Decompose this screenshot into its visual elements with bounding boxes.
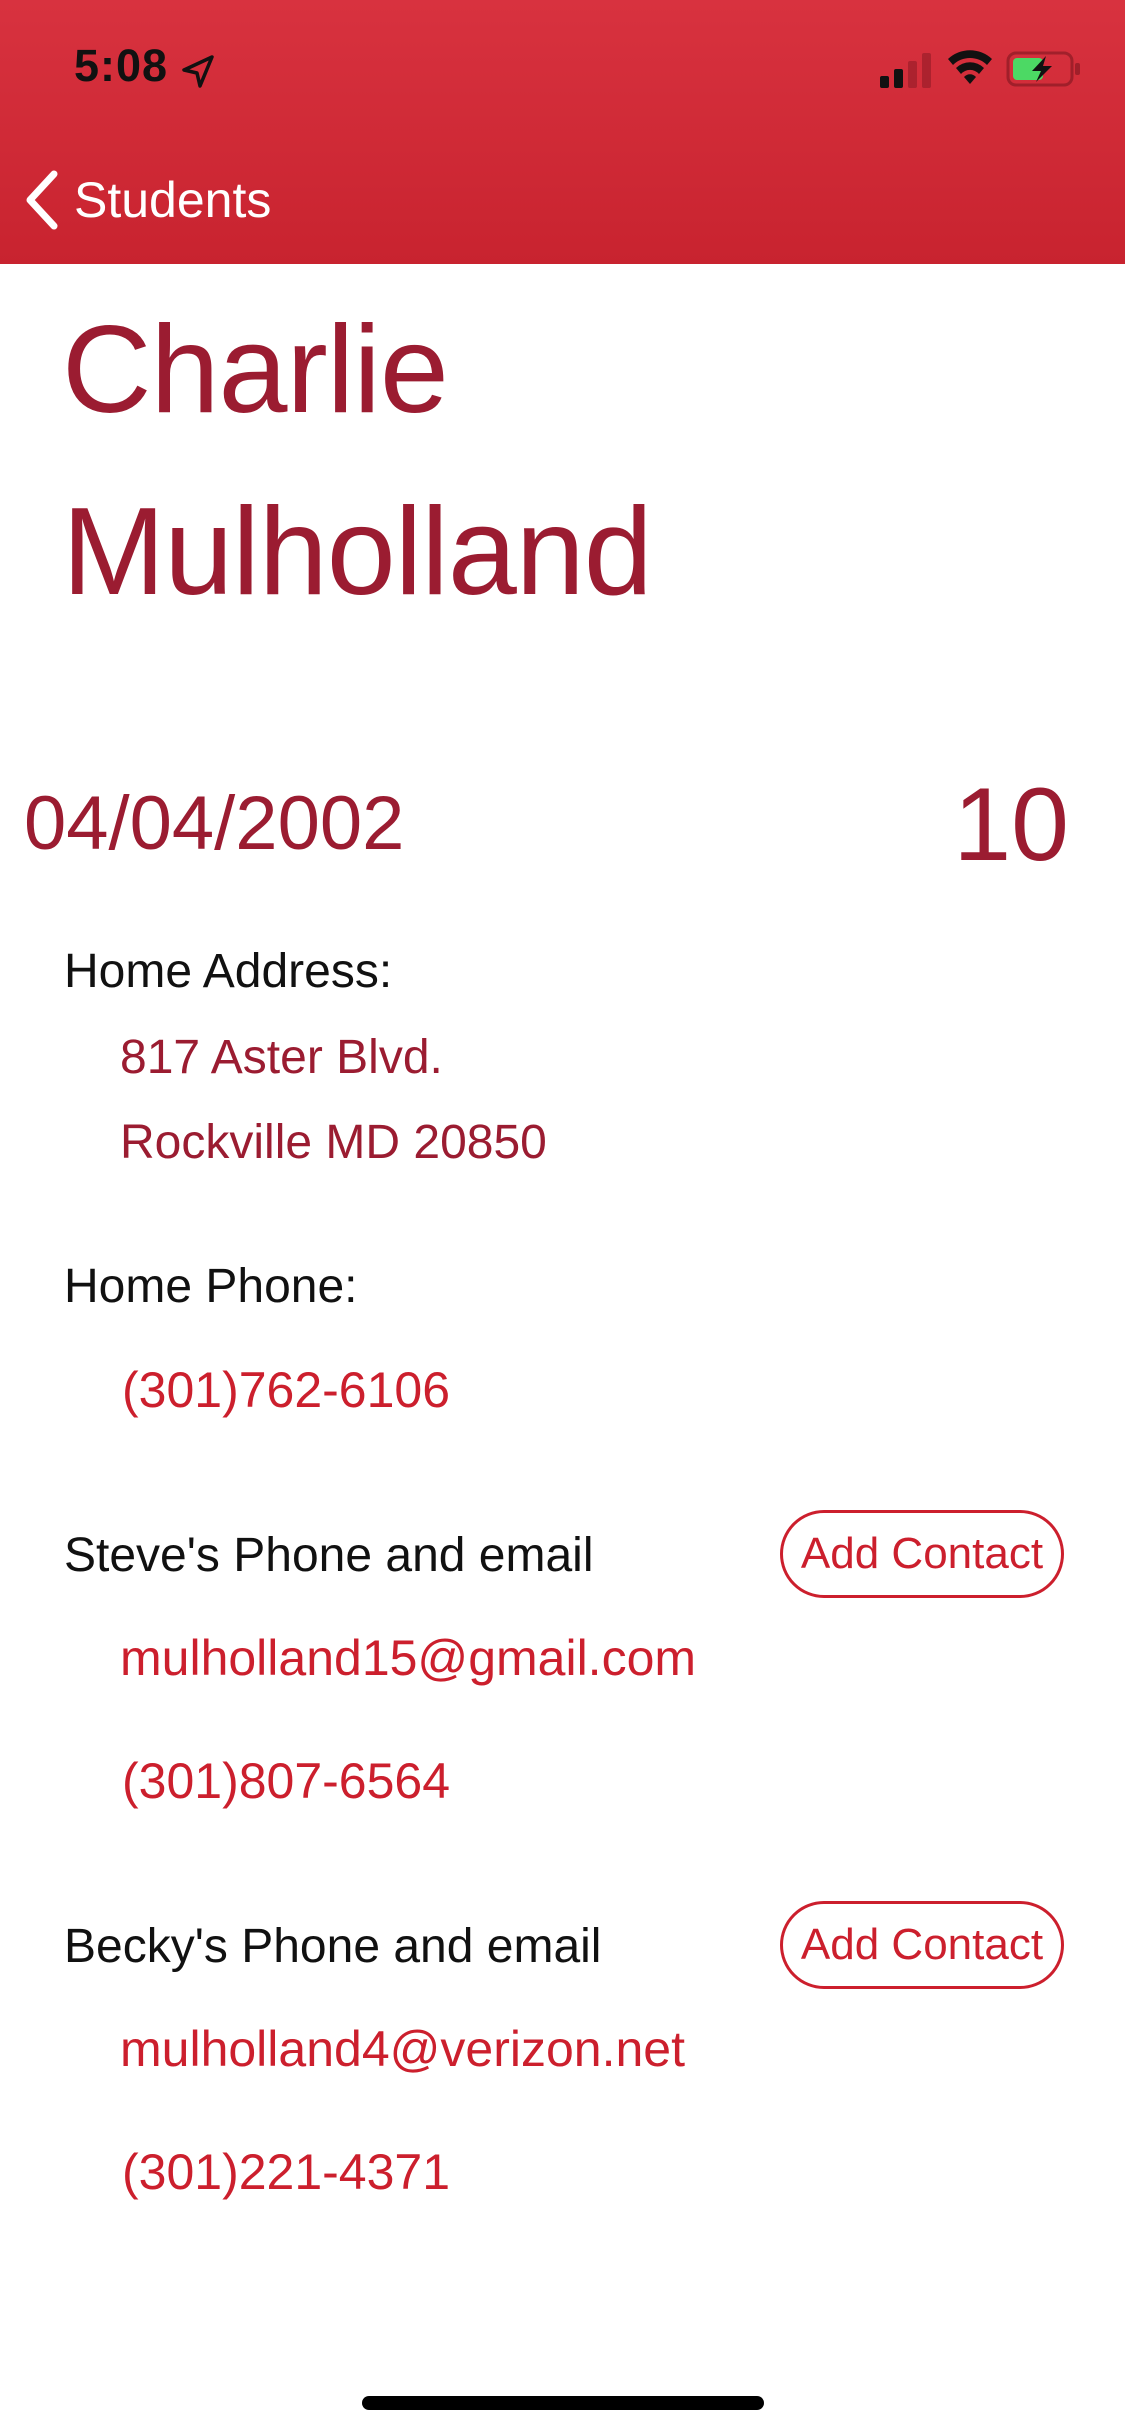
battery-charging-icon (1006, 51, 1080, 87)
student-last-name: Mulholland (62, 483, 653, 621)
home-address-label: Home Address: (64, 945, 393, 998)
home-phone-label: Home Phone: (64, 1260, 358, 1313)
home-indicator[interactable] (362, 2396, 764, 2410)
address-line-1: 817 Aster Blvd. (120, 1031, 443, 1084)
back-button-label: Students (74, 172, 272, 228)
contact-steve-email[interactable]: mulholland15@gmail.com (120, 1629, 696, 1687)
address-line-2: Rockville MD 20850 (120, 1116, 547, 1169)
add-contact-button-becky[interactable]: Add Contact (780, 1901, 1064, 1989)
navigation-header: 5:08 Students (0, 0, 1125, 264)
contact-steve-label: Steve's Phone and email (64, 1529, 594, 1582)
back-button[interactable]: Students (20, 160, 271, 240)
student-detail-screen: 5:08 Students Charlie Mulholland 04/04/2… (0, 0, 1125, 2436)
home-phone-link[interactable]: (301)762-6106 (122, 1361, 450, 1419)
contact-steve-phone[interactable]: (301)807-6564 (122, 1752, 450, 1810)
status-time: 5:08 (74, 40, 169, 91)
contact-becky-email[interactable]: mulholland4@verizon.net (120, 2020, 685, 2078)
contact-becky-label: Becky's Phone and email (64, 1920, 602, 1973)
student-birthdate: 04/04/2002 (24, 781, 405, 866)
chevron-left-icon (26, 170, 58, 230)
wifi-icon (948, 50, 992, 84)
contact-becky-phone[interactable]: (301)221-4371 (122, 2143, 450, 2201)
student-grade: 10 (953, 767, 1069, 883)
location-arrow-icon (182, 55, 214, 88)
student-first-name: Charlie (62, 301, 449, 439)
cellular-signal-icon (880, 53, 931, 88)
add-contact-button-steve[interactable]: Add Contact (780, 1510, 1064, 1598)
